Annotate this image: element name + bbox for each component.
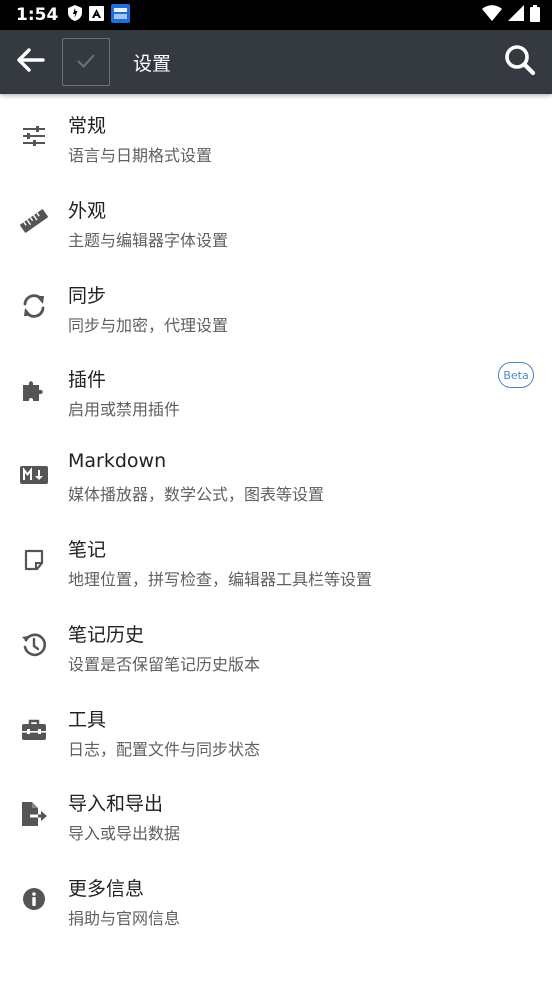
beta-badge: Beta <box>498 362 534 389</box>
settings-item-subtitle: 启用或禁用插件 <box>68 400 181 420</box>
settings-item-title: 同步 <box>68 284 107 307</box>
info-icon <box>20 885 48 913</box>
ruler-icon <box>20 207 48 235</box>
settings-item-appearance[interactable]: 外观 主题与编辑器字体设置 <box>0 179 552 264</box>
toolbox-icon <box>20 716 48 744</box>
search-icon <box>504 44 536 80</box>
settings-item-subtitle: 地理位置，拼写检查，编辑器工具栏等设置 <box>68 569 373 589</box>
settings-item-subtitle: 同步与加密，代理设置 <box>68 315 229 335</box>
status-bar: 1:54 <box>0 0 552 30</box>
settings-list: 常规 语言与日期格式设置 外观 主题与编辑器字体设置 同步 同步与加密，代理设置… <box>0 94 552 942</box>
settings-item-markdown[interactable]: Markdown 媒体播放器，数学公式，图表等设置 <box>0 433 552 518</box>
settings-item-sync[interactable]: 同步 同步与加密，代理设置 <box>0 264 552 349</box>
settings-item-subtitle: 主题与编辑器字体设置 <box>68 230 229 250</box>
settings-item-title: 笔记历史 <box>68 623 145 646</box>
markdown-icon <box>20 461 48 489</box>
settings-item-plugins[interactable]: 插件 启用或禁用插件 Beta <box>0 348 552 433</box>
settings-item-title: 更多信息 <box>68 878 145 901</box>
sync-icon <box>20 292 48 320</box>
wifi-icon <box>482 5 502 25</box>
settings-item-subtitle: 捐助与官网信息 <box>68 909 181 929</box>
signal-icon <box>508 5 524 25</box>
battery-icon <box>530 4 540 26</box>
a-letter-icon <box>89 5 105 25</box>
sliders-icon <box>20 122 48 150</box>
check-icon <box>77 53 95 72</box>
status-time: 1:54 <box>16 5 59 25</box>
settings-item-subtitle: 导入或导出数据 <box>68 824 181 844</box>
settings-item-title: 笔记 <box>68 538 107 561</box>
settings-item-general[interactable]: 常规 语言与日期格式设置 <box>0 94 552 179</box>
settings-item-note-history[interactable]: 笔记历史 设置是否保留笔记历史版本 <box>0 603 552 688</box>
shield-icon <box>68 5 83 25</box>
note-icon <box>20 546 48 574</box>
settings-item-title: 插件 <box>68 369 107 392</box>
page-title: 设置 <box>133 52 172 75</box>
settings-item-subtitle: 日志，配置文件与同步状态 <box>68 739 261 759</box>
settings-item-subtitle: 媒体播放器，数学公式，图表等设置 <box>68 485 325 505</box>
settings-item-more-info[interactable]: 更多信息 捐助与官网信息 <box>0 857 552 942</box>
status-right-icons <box>482 4 540 26</box>
status-left-icons <box>68 3 131 27</box>
search-button[interactable] <box>502 44 538 80</box>
history-icon <box>20 631 48 659</box>
app-notification-icon <box>111 3 131 27</box>
settings-item-title: 导入和导出 <box>68 793 164 816</box>
settings-item-subtitle: 语言与日期格式设置 <box>68 146 213 165</box>
settings-item-tools[interactable]: 工具 日志，配置文件与同步状态 <box>0 688 552 773</box>
settings-item-subtitle: 设置是否保留笔记历史版本 <box>68 654 261 674</box>
settings-item-import-export[interactable]: 导入和导出 导入或导出数据 <box>0 772 552 857</box>
arrow-left-icon <box>17 48 45 76</box>
settings-item-title: 工具 <box>68 708 107 731</box>
puzzle-icon <box>20 376 48 404</box>
back-button[interactable] <box>0 30 62 94</box>
settings-item-title: 常规 <box>68 115 107 137</box>
settings-item-note[interactable]: 笔记 地理位置，拼写检查，编辑器工具栏等设置 <box>0 518 552 603</box>
file-export-icon <box>20 800 48 828</box>
settings-item-title: 外观 <box>68 199 107 222</box>
save-check-button[interactable] <box>62 38 110 86</box>
app-bar: 设置 <box>0 30 552 94</box>
settings-item-title: Markdown <box>68 450 167 473</box>
